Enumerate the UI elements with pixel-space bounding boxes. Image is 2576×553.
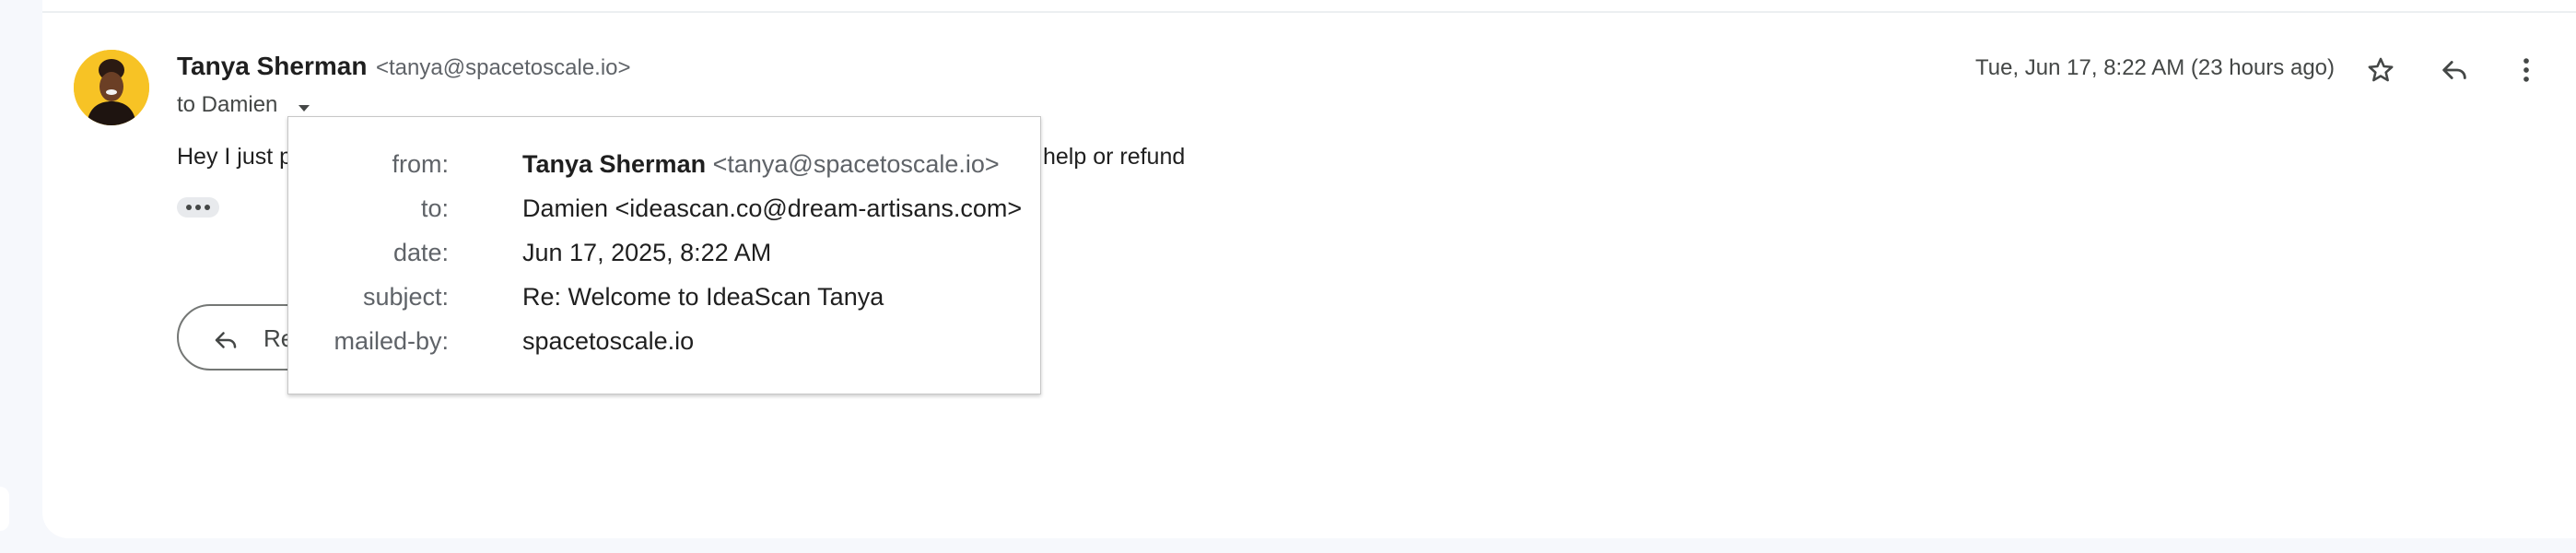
dot xyxy=(195,205,201,210)
from-value: Tanya Sherman <tanya@spacetoscale.io> xyxy=(522,150,1000,179)
mailed-by-value: spacetoscale.io xyxy=(522,327,695,355)
avatar-image xyxy=(74,50,149,125)
mailed-by-label: mailed-by: xyxy=(334,327,449,355)
dot xyxy=(186,205,192,210)
to-label: to: xyxy=(420,194,449,222)
recipient-line: to Damien xyxy=(177,92,278,117)
side-panel-handle[interactable] xyxy=(0,487,9,531)
message-details-popup: from: Tanya Sherman <tanya@spacetoscale.… xyxy=(287,116,1041,394)
reply-icon xyxy=(212,326,240,359)
divider xyxy=(42,11,2576,13)
from-label: from: xyxy=(392,150,449,178)
sender-name[interactable]: Tanya Sherman xyxy=(177,52,367,81)
show-trimmed-content-button[interactable] xyxy=(177,197,219,218)
more-vert-icon[interactable] xyxy=(2504,48,2548,92)
from-email: <tanya@spacetoscale.io> xyxy=(712,150,1000,178)
to-value: Damien <ideascan.co@dream-artisans.com> xyxy=(522,194,1023,222)
left-gutter xyxy=(0,0,42,553)
sender-email: <tanya@spacetoscale.io> xyxy=(376,55,631,80)
from-name: Tanya Sherman xyxy=(522,150,707,178)
subject-value: Re: Welcome to IdeaScan Tanya xyxy=(522,283,884,311)
date-value: Jun 17, 2025, 8:22 AM xyxy=(522,239,772,266)
avatar[interactable] xyxy=(74,50,149,125)
star-icon[interactable] xyxy=(2359,48,2403,92)
message-body-start: Hey I just p xyxy=(177,144,293,170)
date-label: date: xyxy=(392,239,449,266)
reply-icon[interactable] xyxy=(2432,48,2476,92)
message-card: Tanya Sherman <tanya@spacetoscale.io> to… xyxy=(42,0,2576,538)
subject-label: subject: xyxy=(362,283,449,311)
dot xyxy=(205,205,210,210)
chevron-down-icon[interactable] xyxy=(291,100,317,118)
message-body-end: help or refund xyxy=(1043,144,1186,170)
message-date: Tue, Jun 17, 8:22 AM (23 hours ago) xyxy=(1975,55,2336,80)
